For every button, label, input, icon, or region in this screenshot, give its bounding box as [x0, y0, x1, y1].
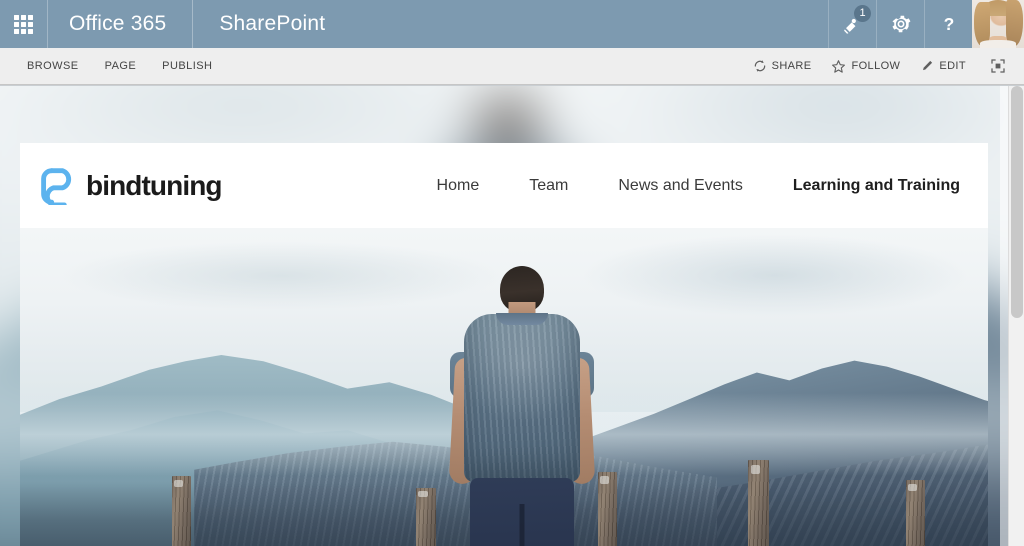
user-avatar[interactable]	[972, 0, 1024, 48]
question-mark-icon: ?	[943, 14, 954, 34]
bindtuning-logo-mark	[41, 167, 72, 205]
sharepoint-ribbon: BROWSE PAGE PUBLISH SHARE FOLLOW EDIT	[0, 48, 1024, 85]
hero-person-collar	[496, 313, 548, 325]
fence-post-3	[598, 472, 617, 546]
hero-banner	[20, 228, 988, 546]
avatar-clothing	[980, 40, 1016, 48]
notification-count-badge: 1	[854, 5, 871, 22]
ribbon-tab-browse[interactable]: BROWSE	[14, 60, 92, 72]
hero-person-pants	[470, 478, 574, 546]
sharepoint-app-link[interactable]: SharePoint	[193, 0, 349, 48]
site-navigation-bar: bindtuning Home Team News and Events Lea…	[20, 143, 988, 228]
site-logo[interactable]: bindtuning	[40, 167, 223, 205]
ribbon-command-bar: SHARE FOLLOW EDIT	[743, 58, 1024, 74]
ribbon-tab-page[interactable]: PAGE	[92, 60, 150, 72]
fence-post-4	[748, 460, 769, 546]
avatar-hair-right	[1006, 0, 1023, 46]
share-label: SHARE	[771, 60, 812, 72]
focus-on-content-button[interactable]	[976, 58, 1014, 74]
hero-cloud-right	[581, 234, 969, 318]
site-content-card: bindtuning Home Team News and Events Lea…	[20, 143, 988, 546]
office365-brand-link[interactable]: Office 365	[48, 0, 194, 48]
share-circle-icon	[754, 60, 765, 72]
app-launcher-button[interactable]	[0, 0, 48, 48]
gear-icon	[891, 15, 910, 33]
waffle-grid-icon	[14, 14, 33, 34]
share-button[interactable]: SHARE	[743, 59, 822, 73]
fence-post-5	[906, 480, 925, 546]
site-logo-text: bindtuning	[86, 169, 223, 201]
edit-button[interactable]: EDIT	[910, 59, 976, 73]
focus-on-content-icon	[991, 59, 1005, 73]
ribbon-tab-publish[interactable]: PUBLISH	[149, 60, 225, 72]
site-menu-item-learning-and-training[interactable]: Learning and Training	[768, 177, 964, 195]
edit-label: EDIT	[939, 60, 966, 72]
site-menu-item-team[interactable]: Team	[504, 177, 593, 195]
hero-person	[448, 266, 596, 546]
hero-cloud-left	[58, 240, 504, 311]
scrollbar-thumb[interactable]	[1011, 86, 1023, 318]
site-menu-item-news-and-events[interactable]: News and Events	[593, 177, 768, 195]
hero-person-shirt	[464, 314, 580, 482]
settings-button[interactable]	[876, 0, 924, 48]
notifications-button[interactable]: 1	[828, 0, 876, 48]
site-menu: Home Team News and Events Learning and T…	[412, 177, 964, 195]
site-menu-item-home[interactable]: Home	[412, 177, 505, 195]
hero-photo	[20, 228, 988, 546]
ribbon-tab-list: BROWSE PAGE PUBLISH	[0, 60, 225, 72]
follow-button[interactable]: FOLLOW	[821, 59, 910, 74]
office365-suite-bar: Office 365 SharePoint 1 ?	[0, 0, 1024, 48]
fence-post-1	[172, 476, 191, 546]
scrollbar-gutter	[1000, 86, 1008, 546]
star-outline-icon	[832, 59, 846, 73]
follow-label: FOLLOW	[851, 60, 901, 72]
suite-bar-spacer	[349, 0, 828, 48]
fence-post-2	[416, 488, 436, 546]
vertical-scrollbar[interactable]	[1008, 86, 1024, 546]
help-button[interactable]: ?	[924, 0, 972, 48]
pencil-icon	[923, 60, 933, 71]
svg-text:?: ?	[943, 14, 954, 34]
